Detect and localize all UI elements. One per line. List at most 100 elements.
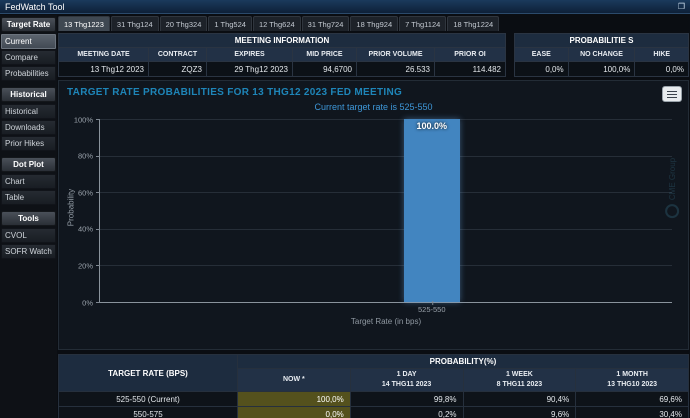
gridline-0: 0%	[100, 302, 672, 303]
cme-watermark-text: CME Group	[667, 158, 676, 200]
col-now[interactable]: NOW *	[238, 369, 350, 391]
col-1-week-date: 8 THG11 2023	[497, 380, 543, 390]
meeting-info-title: MEETING INFORMATION	[59, 34, 505, 47]
sidebar-header-historical[interactable]: Historical	[1, 87, 56, 102]
fedwatch-app: FedWatch Tool ❐ Target Rate Current Comp…	[0, 0, 690, 418]
x-tick-525-550: 525-550	[418, 305, 446, 314]
meeting-info-area: MEETING INFORMATION MEETING DATE CONTRAC…	[58, 33, 689, 77]
meeting-tabs: 13 Thg1223 31 Thg124 20 Thg324 1 Thg524 …	[58, 16, 689, 31]
titlebar: FedWatch Tool ❐	[0, 0, 690, 14]
value-hike: 0,0%	[635, 62, 688, 76]
row-525-550-1-week: 90,4%	[464, 392, 576, 406]
sidebar-section-historical: Historical Historical Downloads Prior Hi…	[1, 87, 56, 151]
sidebar-item-table[interactable]: Table	[1, 190, 56, 205]
row-525-550-target: 525-550 (Current)	[59, 392, 237, 406]
tab-18-thg9-24[interactable]: 18 Thg924	[350, 16, 398, 31]
y-tick-40: 40%	[78, 225, 93, 234]
col-prior-volume: PRIOR VOLUME	[357, 48, 434, 61]
row-550-575-1-month: 30,4%	[576, 407, 688, 418]
col-1-day[interactable]: 1 DAY 14 THG11 2023	[351, 369, 463, 391]
row-525-550-1-day: 99,8%	[351, 392, 463, 406]
probability-group-header: PROBABILITY(%)	[238, 355, 688, 368]
col-1-month[interactable]: 1 MONTH 13 THG10 2023	[576, 369, 688, 391]
tab-7-thg11-24[interactable]: 7 Thg1124	[399, 16, 446, 31]
tab-31-thg7-24[interactable]: 31 Thg724	[302, 16, 350, 31]
y-tick-100: 100%	[74, 115, 93, 124]
sidebar-item-compare[interactable]: Compare	[1, 50, 56, 65]
col-expires: EXPIRES	[207, 48, 292, 61]
tab-12-thg6-24[interactable]: 12 Thg624	[253, 16, 301, 31]
sidebar-section-target-rate: Target Rate Current Compare Probabilitie…	[1, 17, 56, 81]
sidebar-item-prior-hikes[interactable]: Prior Hikes	[1, 136, 56, 151]
meeting-info-table: MEETING INFORMATION MEETING DATE CONTRAC…	[58, 33, 506, 77]
row-550-575-1-week: 9,6%	[464, 407, 576, 418]
gridline-100: 100%	[100, 119, 672, 120]
target-rate-header: TARGET RATE (BPS)	[59, 355, 237, 391]
sidebar-header-tools[interactable]: Tools	[1, 211, 56, 226]
value-mid-price: 94,6700	[293, 62, 356, 76]
sidebar-header-dot-plot[interactable]: Dot Plot	[1, 157, 56, 172]
tab-20-thg3-24[interactable]: 20 Thg324	[160, 16, 208, 31]
row-550-575-target: 550-575	[59, 407, 237, 418]
gridline-40: 40%	[100, 229, 672, 230]
tab-18-thg12-24[interactable]: 18 Thg1224	[447, 16, 499, 31]
col-1-week[interactable]: 1 WEEK 8 THG11 2023	[464, 369, 576, 391]
x-axis-title: Target Rate (in bps)	[351, 317, 421, 326]
row-525-550-1-month: 69,6%	[576, 392, 688, 406]
gridline-60: 60%	[100, 192, 672, 193]
probabilities-summary-title: PROBABILITIE S	[515, 34, 688, 47]
col-contract: CONTRACT	[149, 48, 206, 61]
value-no-change: 100,0%	[569, 62, 635, 76]
value-ease: 0,0%	[515, 62, 568, 76]
sidebar-header-target-rate[interactable]: Target Rate	[1, 17, 56, 32]
col-now-label: NOW *	[283, 375, 305, 385]
cme-logo-icon	[665, 204, 679, 218]
y-axis-title: Probability	[67, 178, 76, 238]
sidebar-item-probabilities[interactable]: Probabilities	[1, 66, 56, 81]
window-icon[interactable]: ❐	[678, 2, 685, 11]
tab-1-thg5-24[interactable]: 1 Thg524	[208, 16, 252, 31]
col-mid-price: MID PRICE	[293, 48, 356, 61]
sidebar-item-historical[interactable]: Historical	[1, 104, 56, 119]
y-tick-60: 60%	[78, 188, 93, 197]
probability-bar[interactable]: 100.0%	[404, 119, 460, 302]
tab-31-thg1-24[interactable]: 31 Thg124	[111, 16, 159, 31]
tab-13-thg12-23[interactable]: 13 Thg1223	[58, 16, 110, 31]
value-prior-volume: 26.533	[357, 62, 434, 76]
row-525-550-now: 100,0%	[238, 392, 350, 406]
col-meeting-date: MEETING DATE	[59, 48, 148, 61]
y-tick-0: 0%	[82, 298, 93, 307]
row-550-575-now: 0,0%	[238, 407, 350, 418]
sidebar-item-downloads[interactable]: Downloads	[1, 120, 56, 135]
col-1-week-label: 1 WEEK	[506, 370, 533, 380]
cme-group-watermark: CME Group	[665, 158, 679, 218]
col-no-change: NO CHANGE	[569, 48, 635, 61]
col-1-day-date: 14 THG11 2023	[382, 380, 431, 390]
plot-area: 100% 80% 60% 40% 20% 0% 100.0% 525-550 T…	[99, 119, 672, 303]
value-meeting-date: 13 Thg12 2023	[59, 62, 148, 76]
chart-subtitle: Current target rate is 525-550	[59, 102, 688, 112]
sidebar: Target Rate Current Compare Probabilitie…	[0, 15, 57, 418]
col-1-month-date: 13 THG10 2023	[607, 380, 657, 390]
value-contract: ZQZ3	[149, 62, 206, 76]
row-550-575-1-day: 0,2%	[351, 407, 463, 418]
chart-menu-button[interactable]	[662, 86, 682, 102]
col-1-day-label: 1 DAY	[397, 370, 417, 380]
gridline-20: 20%	[100, 265, 672, 266]
sidebar-section-tools: Tools CVOL SOFR Watch	[1, 211, 56, 259]
chart-panel: TARGET RATE PROBABILITIES FOR 13 THG12 2…	[58, 80, 689, 350]
value-expires: 29 Thg12 2023	[207, 62, 292, 76]
sidebar-item-cvol[interactable]: CVOL	[1, 228, 56, 243]
y-tick-20: 20%	[78, 261, 93, 270]
col-1-month-label: 1 MONTH	[616, 370, 648, 380]
bar-value-label: 100.0%	[416, 121, 447, 131]
probability-table: TARGET RATE (BPS) PROBABILITY(%) NOW * 1…	[58, 354, 689, 418]
sidebar-item-chart[interactable]: Chart	[1, 174, 56, 189]
col-prior-oi: PRIOR OI	[435, 48, 505, 61]
probabilities-summary-table: PROBABILITIE S EASE NO CHANGE HIKE 0,0% …	[514, 33, 689, 77]
sidebar-item-sofr-watch[interactable]: SOFR Watch	[1, 244, 56, 259]
value-prior-oi: 114.482	[435, 62, 505, 76]
sidebar-item-current[interactable]: Current	[1, 34, 56, 49]
chart-title: TARGET RATE PROBABILITIES FOR 13 THG12 2…	[59, 81, 688, 98]
gridline-80: 80%	[100, 156, 672, 157]
